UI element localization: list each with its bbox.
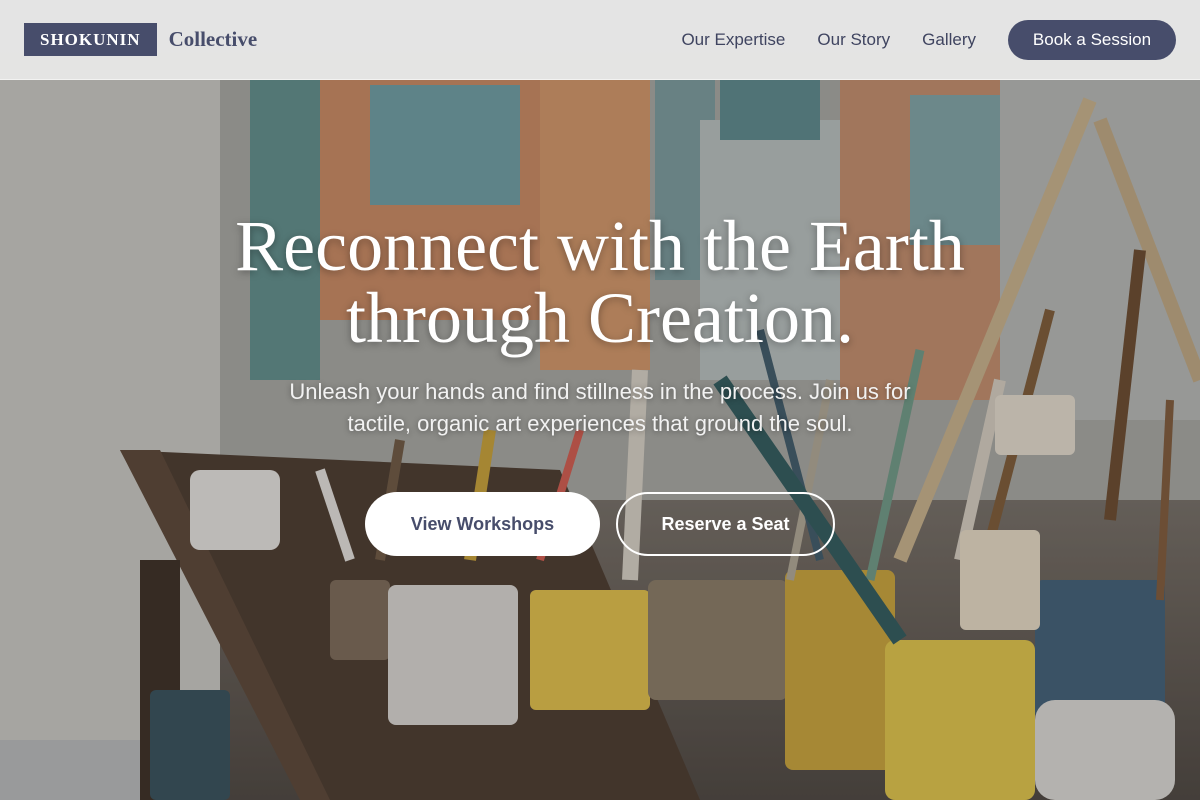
brand-logo-box: SHOKUNIN [24,23,157,56]
reserve-seat-button[interactable]: Reserve a Seat [616,492,835,556]
top-navbar: SHOKUNIN Collective Our Expertise Our St… [0,0,1200,80]
hero-title: Reconnect with the Earth through Creatio… [0,210,1200,354]
hero-actions: View Workshops Reserve a Seat [0,492,1200,556]
nav-link-gallery[interactable]: Gallery [922,30,976,50]
brand-logo-word: Collective [168,27,258,51]
brand-logo[interactable]: SHOKUNIN Collective [24,23,257,56]
nav-link-our-story[interactable]: Our Story [817,30,890,50]
hero-section: Reconnect with the Earth through Creatio… [0,210,1200,556]
book-session-button[interactable]: Book a Session [1008,19,1176,60]
nav-links: Our Expertise Our Story Gallery Book a S… [649,19,1176,60]
nav-link-our-expertise[interactable]: Our Expertise [681,30,785,50]
hero-title-line-1: Reconnect with the Earth [235,206,965,286]
hero-title-line-2: through Creation. [346,278,854,358]
hero-subtitle: Unleash your hands and find stillness in… [289,379,911,436]
view-workshops-button[interactable]: View Workshops [365,492,600,556]
